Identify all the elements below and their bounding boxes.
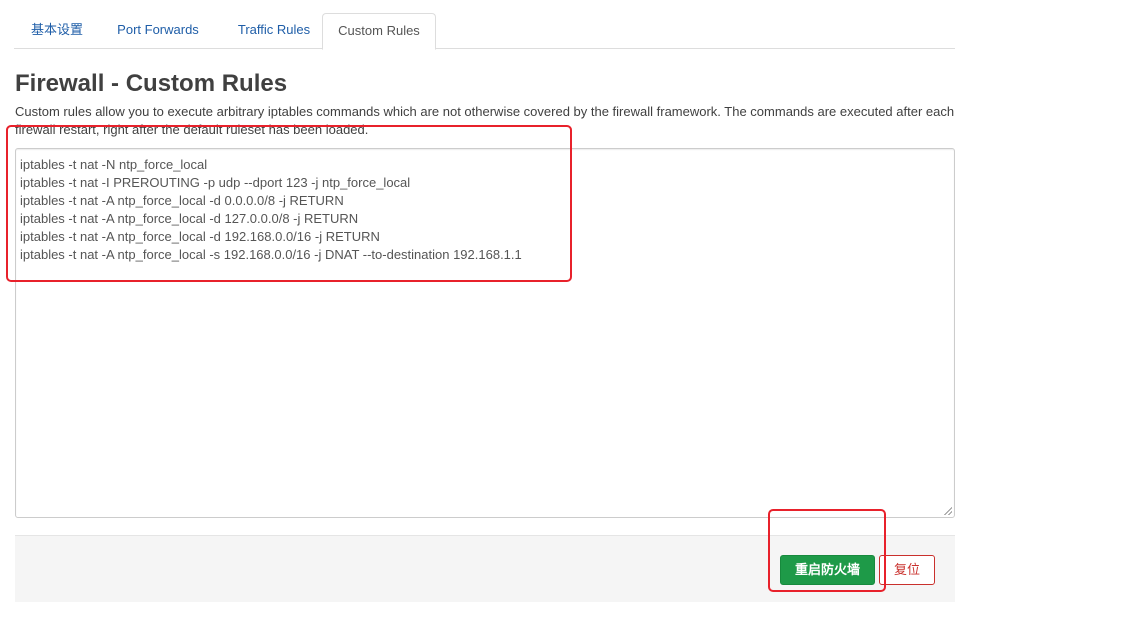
rule-line: iptables -t nat -A ntp_force_local -d 19… [20,229,380,244]
rule-line: iptables -t nat -A ntp_force_local -s 19… [20,247,522,262]
page-title: Firewall - Custom Rules [15,70,288,97]
tab-port-forwards[interactable]: Port Forwards [108,13,208,49]
tab-basic-settings[interactable]: 基本设置 [16,13,98,49]
rule-line: iptables -t nat -I PREROUTING -p udp --d… [20,175,411,190]
reset-button[interactable]: 复位 [879,555,935,585]
tab-bar: 基本设置 Port Forwards Traffic Rules Custom … [14,13,955,50]
resize-handle-icon[interactable] [944,507,952,515]
rule-line: iptables -t nat -A ntp_force_local -d 0.… [20,193,344,208]
tab-traffic-rules[interactable]: Traffic Rules [224,13,324,49]
custom-rules-textarea[interactable]: iptables -t nat -N ntp_force_local iptab… [15,148,955,518]
tab-custom-rules[interactable]: Custom Rules [322,13,436,50]
rule-line: iptables -t nat -A ntp_force_local -d 12… [20,211,359,226]
restart-firewall-button[interactable]: 重启防火墙 [780,555,875,585]
page-description: Custom rules allow you to execute arbitr… [15,104,955,137]
actions-bar: 重启防火墙 复位 [15,535,955,602]
firewall-custom-rules-page: 基本设置 Port Forwards Traffic Rules Custom … [0,0,1133,617]
rule-line: iptables -t nat -N ntp_force_local [20,157,208,172]
